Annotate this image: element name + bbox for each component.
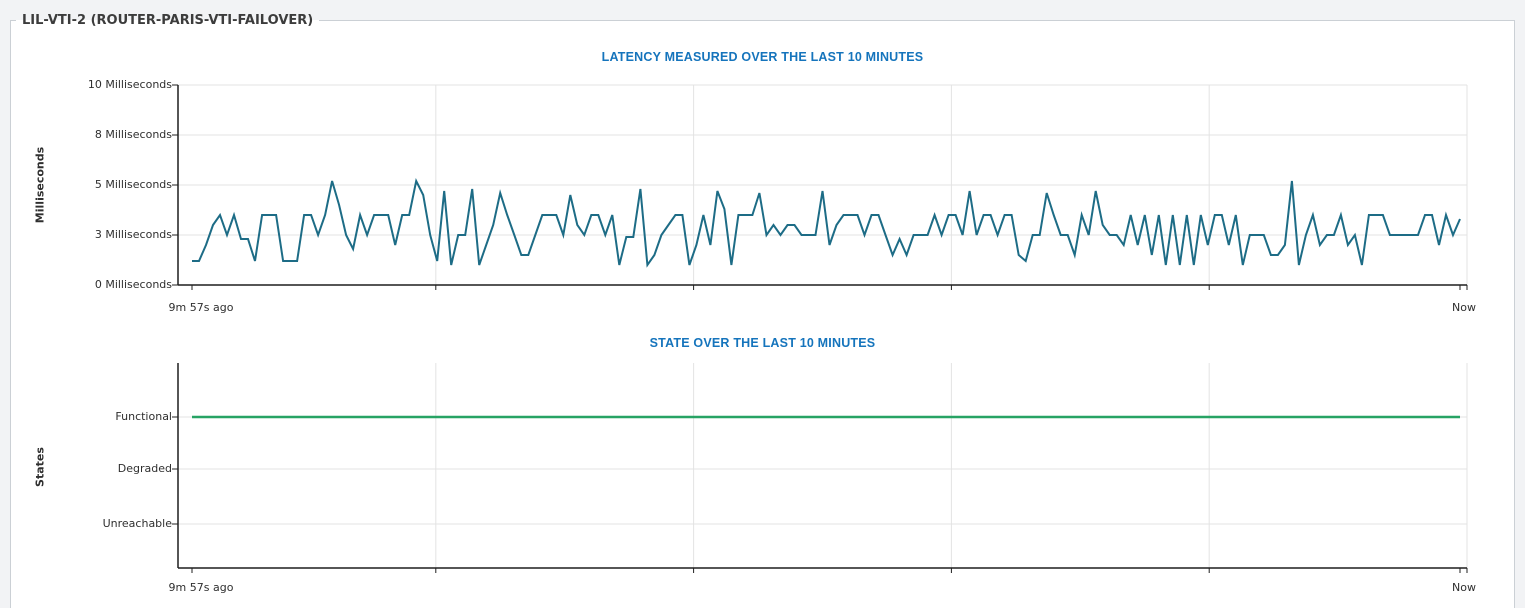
monitoring-page: LIL-VTI-2 (ROUTER-PARIS-VTI-FAILOVER) LA… bbox=[0, 0, 1525, 608]
panel-legend: LIL-VTI-2 (ROUTER-PARIS-VTI-FAILOVER) bbox=[16, 13, 319, 28]
device-panel: LIL-VTI-2 (ROUTER-PARIS-VTI-FAILOVER) bbox=[10, 13, 1515, 608]
